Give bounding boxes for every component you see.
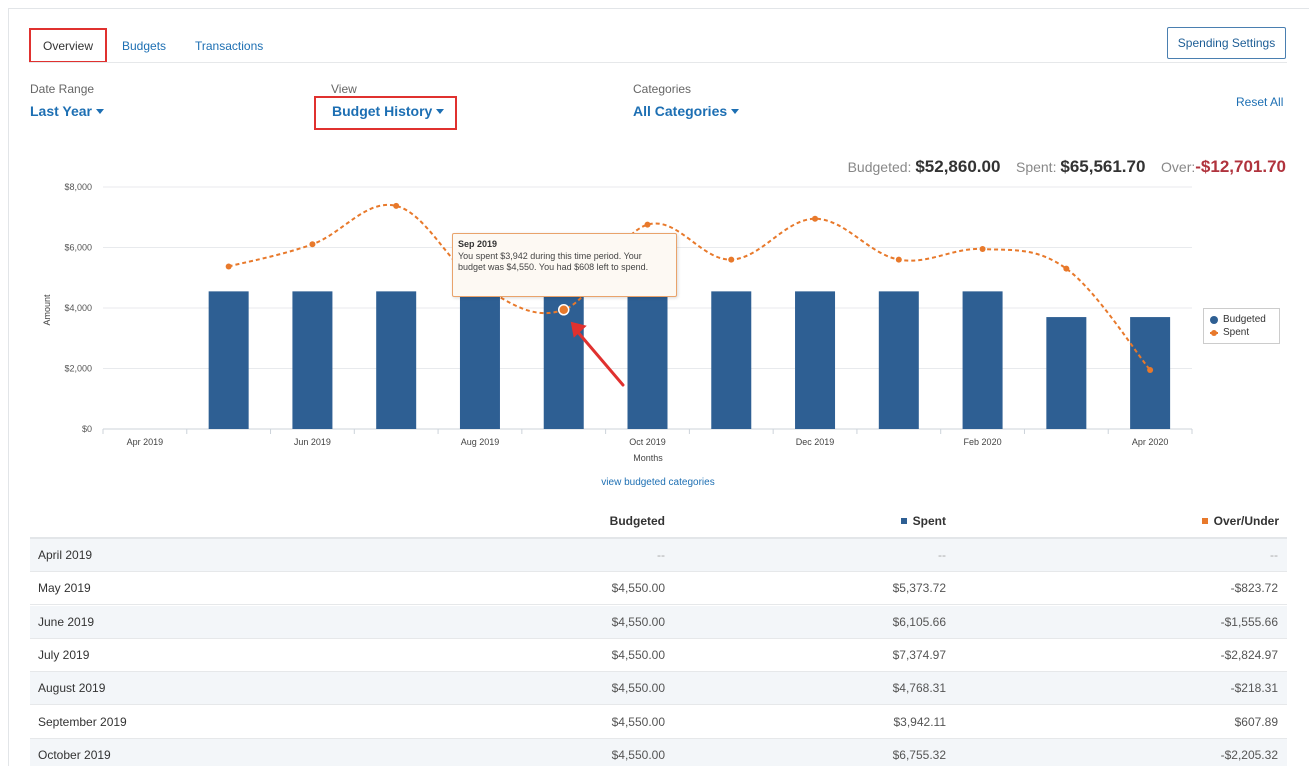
table-row: June 2019 $4,550.00 $6,105.66 -$1,555.66: [30, 605, 1287, 639]
over-under-cell: -$823.72: [1230, 581, 1278, 596]
budgeted-bar: [1046, 317, 1087, 429]
spent-square-icon: [900, 518, 907, 524]
spent-cell: $3,942.11: [893, 714, 947, 729]
spent-point: [644, 221, 651, 228]
budgeted-cell: $4,550.00: [611, 647, 665, 662]
y-axis-label: Amount: [42, 294, 52, 326]
view-budgeted-categories-link[interactable]: view budgeted categories: [0, 477, 1309, 488]
table-row: May 2019 $4,550.00 $5,373.72 -$823.72: [30, 572, 1287, 606]
table-row: October 2019 $4,550.00 $6,755.32 -$2,205.32: [30, 738, 1287, 766]
over-under-cell: --: [1270, 548, 1278, 562]
table-row: April 2019 -- -- --: [30, 539, 1287, 572]
budgeted-bar: [1130, 317, 1171, 429]
month-cell: July 2019: [38, 647, 90, 662]
spent-point: [393, 202, 400, 209]
over-under-cell: -$2,205.32: [1220, 747, 1278, 762]
col-header-over-under: Over/Under: [1201, 514, 1279, 528]
month-cell: June 2019: [38, 614, 95, 629]
budgeted-bar: [376, 291, 417, 429]
x-axis-label: Months: [633, 453, 663, 463]
table-row: July 2019 $4,550.00 $7,374.97 -$2,824.97: [30, 639, 1287, 672]
spent-point: [979, 246, 986, 253]
spent-cell: --: [938, 548, 946, 562]
budgeted-bar: [711, 291, 752, 429]
legend-spent: Spent: [1223, 327, 1250, 338]
x-tick-label: Jun 2019: [294, 437, 331, 447]
budgeted-bar: [208, 291, 249, 429]
x-tick-label: Dec 2019: [796, 437, 835, 447]
spent-point: [225, 263, 232, 270]
tooltip-title: Sep 2019: [458, 239, 498, 249]
over-under-cell: -$218.31: [1230, 681, 1278, 696]
spent-point: [728, 256, 735, 263]
spent-cell: $4,768.31: [892, 681, 946, 696]
col-header-budgeted: Budgeted: [609, 514, 665, 528]
spent-line: [228, 203, 1151, 371]
x-tick-label: Apr 2019: [127, 437, 164, 447]
y-tick-label: $4,000: [64, 303, 92, 313]
over-under-cell: -$2,824.97: [1220, 647, 1278, 662]
tooltip-text: You spent $3,942 during this time period…: [458, 251, 649, 272]
y-tick-label: $2,000: [64, 364, 92, 374]
spent-cell: $5,373.72: [892, 581, 946, 596]
spent-point: [309, 241, 316, 248]
y-tick-label: $0: [82, 424, 92, 434]
budgeted-bar: [878, 291, 919, 429]
budgeted-bar: [795, 291, 836, 429]
col-header-spent-label: Spent: [912, 514, 946, 528]
budgeted-bar: [292, 291, 333, 429]
chart-tooltip: Sep 2019 You spent $3,942 during this ti…: [452, 233, 677, 297]
budgeted-legend-marker: [1210, 315, 1218, 324]
month-cell: October 2019: [38, 747, 111, 762]
budgeted-bar: [962, 291, 1003, 429]
budgeted-cell: $4,550.00: [611, 681, 665, 696]
over-under-cell: $607.89: [1234, 714, 1278, 729]
month-cell: May 2019: [38, 581, 91, 596]
table-row: September 2019 $4,550.00 $3,942.11 $607.89: [30, 706, 1287, 739]
x-tick-label: Apr 2020: [1132, 437, 1169, 447]
over-under-cell: -$1,555.66: [1220, 614, 1278, 629]
x-tick-label: Feb 2020: [964, 437, 1002, 447]
table-row: August 2019 $4,550.00 $4,768.31 -$218.31: [30, 672, 1287, 706]
chart-legend: Budgeted Spent: [1203, 308, 1280, 344]
month-cell: September 2019: [38, 714, 127, 729]
spent-point: [1063, 265, 1070, 272]
legend-budgeted: Budgeted: [1223, 314, 1266, 325]
spent-point: [812, 215, 819, 222]
x-tick-label: Aug 2019: [461, 437, 500, 447]
x-tick-label: Oct 2019: [629, 437, 666, 447]
budgeted-bar: [627, 291, 668, 429]
spent-point: [557, 304, 570, 316]
spent-cell: $6,755.32: [892, 747, 946, 762]
spent-cell: $6,105.66: [892, 614, 946, 629]
budgeted-cell: $4,550.00: [611, 581, 665, 596]
spent-cell: $7,374.97: [892, 647, 946, 662]
y-tick-label: $8,000: [64, 182, 92, 192]
over-square-icon: [1201, 518, 1208, 524]
budgeted-cell: $4,550.00: [611, 614, 665, 629]
y-tick-label: $6,000: [64, 243, 92, 253]
spent-point: [895, 256, 902, 263]
month-cell: August 2019: [38, 681, 106, 696]
month-cell: April 2019: [38, 548, 93, 562]
spent-point: [1147, 367, 1154, 374]
budgeted-cell: $4,550.00: [611, 714, 665, 729]
budgeted-cell: --: [657, 548, 665, 562]
budgeted-bar: [459, 291, 500, 429]
col-header-spent: Spent: [900, 514, 946, 528]
col-header-over-label: Over/Under: [1213, 514, 1279, 528]
spent-legend-marker: [1210, 329, 1218, 336]
budgeted-cell: $4,550.00: [611, 747, 665, 762]
